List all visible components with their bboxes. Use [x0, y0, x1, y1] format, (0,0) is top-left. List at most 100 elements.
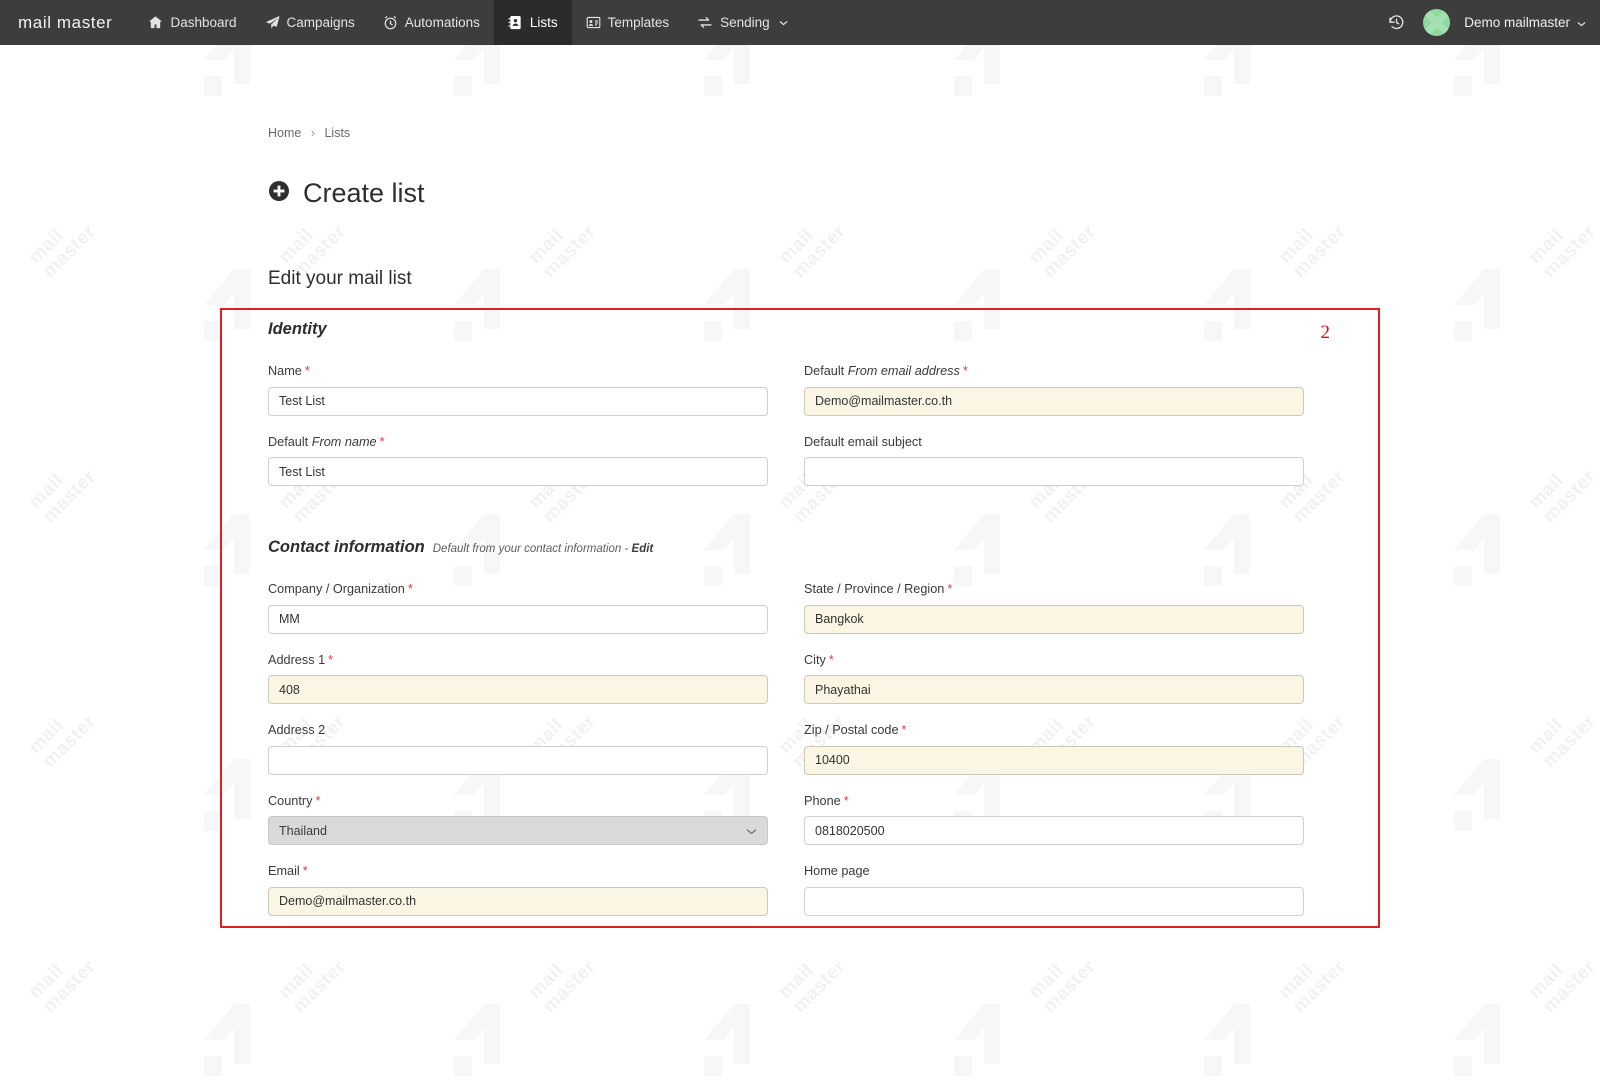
nav-item-dashboard[interactable]: Dashboard — [134, 0, 250, 45]
watermark-text: mail master — [24, 466, 100, 528]
field-city: City * — [804, 652, 1304, 704]
list-name-input[interactable] — [268, 386, 768, 416]
label-company-organization: Company / Organization * — [268, 582, 413, 596]
primary-nav: Dashboard Campaigns Automations Lists Te… — [134, 0, 801, 45]
field-phone: Phone * — [804, 793, 1304, 845]
history-rewind-icon[interactable] — [1383, 10, 1409, 36]
nav-item-sending[interactable]: Sending — [683, 0, 802, 45]
default-from-name-input[interactable] — [268, 457, 768, 486]
nav-item-templates[interactable]: Templates — [572, 0, 684, 45]
watermark-text: mail master — [524, 221, 600, 283]
home-page-input[interactable] — [804, 886, 1304, 916]
watermark-text: mail master — [524, 956, 600, 1018]
avatar[interactable] — [1423, 9, 1451, 36]
watermark-text: mail master — [1274, 221, 1350, 283]
watermark-text: mail master — [1024, 221, 1100, 283]
watermark-logo-icon — [1450, 1000, 1530, 1080]
field-home-page: Home page — [804, 863, 1304, 916]
section-title: Edit your mail list — [268, 268, 412, 289]
phone-input[interactable] — [804, 816, 1304, 845]
nav-label: Lists — [529, 15, 558, 30]
watermark-logo-icon — [1450, 265, 1530, 345]
contact-group-heading: Contact information Default from your co… — [268, 538, 1306, 557]
state-province-region-input[interactable] — [804, 604, 1304, 634]
default-email-subject-input[interactable] — [804, 457, 1304, 486]
edit-contact-link[interactable]: Edit — [632, 543, 654, 555]
alarm-clock-icon — [383, 15, 398, 30]
field-zip-postal-code: Zip / Postal code * — [804, 722, 1304, 775]
watermark-logo-icon — [0, 1000, 30, 1080]
watermark-logo-icon — [700, 1000, 780, 1080]
plus-circle-icon — [268, 178, 290, 209]
label-default-email-subject: Default email subject — [804, 434, 922, 449]
field-default-email-subject: Default email subject — [804, 434, 1304, 486]
field-state-province-region: State / Province / Region * — [804, 581, 1304, 634]
label-country: Country * — [268, 793, 321, 808]
nav-label: Templates — [607, 15, 670, 30]
address-1-input[interactable] — [268, 675, 768, 704]
field-address-1: Address 1 * — [268, 652, 768, 704]
breadcrumb-lists[interactable]: Lists — [324, 126, 350, 140]
required-asterisk: * — [947, 582, 953, 596]
required-asterisk: * — [407, 582, 413, 596]
contact-heading-text: Contact information — [268, 538, 425, 556]
label-state-province-region: State / Province / Region * — [804, 582, 953, 596]
nav-item-campaigns[interactable]: Campaigns — [251, 0, 369, 45]
required-asterisk: * — [379, 434, 385, 449]
watermark-logo-icon — [950, 1000, 1030, 1080]
default-from-email-address-input[interactable] — [804, 386, 1304, 416]
home-icon — [148, 15, 163, 30]
required-asterisk: * — [962, 364, 968, 378]
chevron-down-icon — [779, 20, 788, 26]
page-title-text: Create list — [303, 178, 425, 208]
nav-label: Campaigns — [286, 15, 355, 30]
required-asterisk: * — [901, 723, 907, 737]
chevron-down-icon — [1577, 15, 1586, 30]
nav-item-lists[interactable]: Lists — [493, 0, 572, 45]
transfer-icon — [697, 15, 713, 30]
watermark-logo-icon — [450, 1000, 530, 1080]
field-country: Country * Thailand — [268, 793, 768, 845]
field-default-from-email-address: Default From email address * — [804, 363, 1304, 416]
company-organization-input[interactable] — [268, 604, 768, 634]
watermark-logo-icon — [1200, 1000, 1280, 1080]
watermark-text: mail master — [274, 956, 350, 1018]
page-title: Create list — [268, 178, 425, 209]
nav-label: Automations — [404, 15, 480, 30]
breadcrumb-home[interactable]: Home — [268, 126, 301, 140]
label-home-page: Home page — [804, 864, 870, 878]
country-selected-value: Thailand — [279, 823, 327, 838]
email-input[interactable] — [268, 886, 768, 916]
top-navbar: mail master Dashboard Campaigns Automati… — [0, 0, 1600, 45]
city-input[interactable] — [804, 675, 1304, 704]
label-list-name: Name * — [268, 364, 310, 378]
watermark-text: mail master — [1274, 956, 1350, 1018]
watermark-text: mail master — [1524, 711, 1600, 773]
watermark-logo-icon — [0, 755, 30, 835]
required-asterisk: * — [328, 652, 334, 667]
annotation-number: 2 — [1320, 322, 1331, 343]
nav-label: Sending — [720, 15, 770, 30]
zip-postal-code-input[interactable] — [804, 745, 1304, 775]
label-city: City * — [804, 652, 834, 667]
paper-plane-icon — [265, 15, 280, 30]
watermark-text: mail master — [24, 711, 100, 773]
watermark-text: mail master — [774, 956, 850, 1018]
user-menu[interactable]: Demo mailmaster — [1464, 15, 1586, 30]
address-2-input[interactable] — [268, 745, 768, 775]
required-asterisk: * — [828, 652, 834, 667]
identity-fields-grid: Name* Default From email address* Default … — [268, 363, 1306, 504]
required-asterisk: * — [315, 793, 321, 808]
country-select[interactable]: Thailand — [268, 816, 768, 845]
watermark-logo-icon — [1450, 755, 1530, 835]
label-zip-postal-code: Zip / Postal code * — [804, 723, 907, 737]
brand-logo[interactable]: mail master — [0, 0, 134, 45]
label-default-from-name: Default From name * — [268, 434, 385, 449]
nav-item-automations[interactable]: Automations — [369, 0, 494, 45]
watermark-text: mail master — [1524, 466, 1600, 528]
watermark-text: mail master — [1524, 221, 1600, 283]
nav-label: Dashboard — [170, 15, 237, 30]
label-default-from-email-address: Default From email address * — [804, 364, 968, 378]
